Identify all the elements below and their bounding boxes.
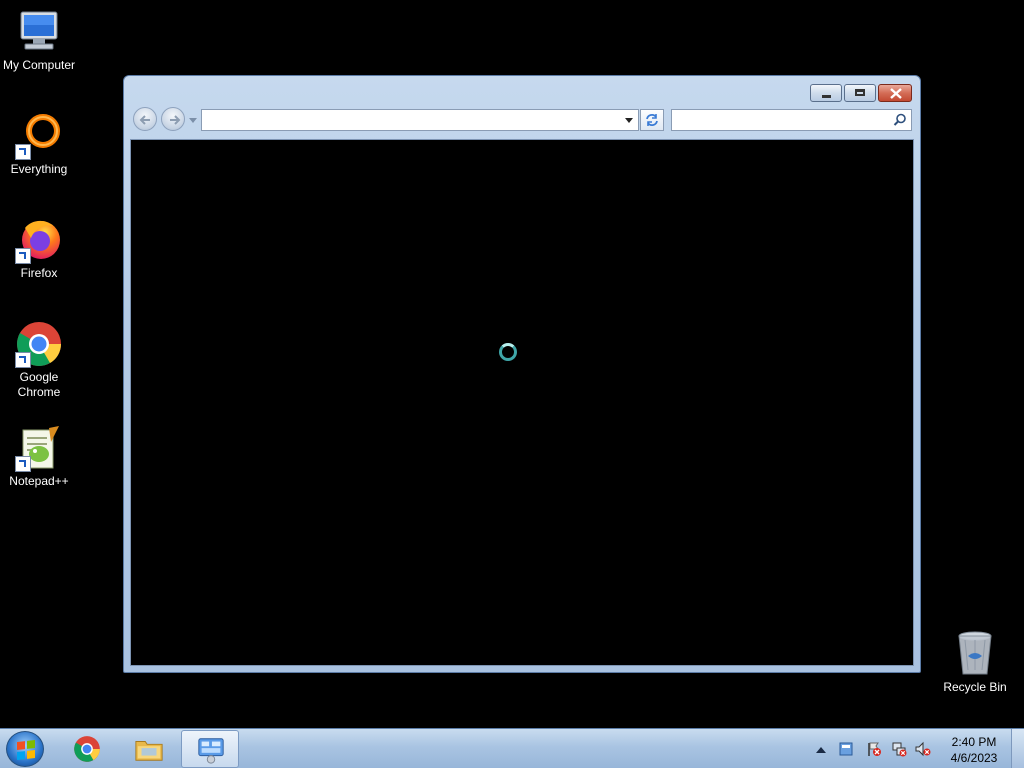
chrome-icon (74, 736, 100, 762)
desktop-icon-label: Recycle Bin (943, 680, 1007, 694)
desktop-icon-my-computer[interactable]: My Computer (0, 8, 79, 73)
maximize-button[interactable] (844, 84, 876, 102)
arrow-left-icon (139, 115, 150, 125)
desktop-icon-firefox[interactable]: Firefox (0, 216, 79, 281)
system-clock[interactable]: 2:40 PM 4/6/2023 (936, 734, 1012, 766)
everything-search-icon (15, 112, 63, 160)
desktop-icon-recycle-bin[interactable]: Recycle Bin (935, 630, 1015, 695)
close-button[interactable] (878, 84, 912, 102)
history-dropdown-button[interactable] (189, 118, 197, 123)
shortcut-arrow-icon (15, 456, 31, 472)
notepadpp-icon (15, 424, 63, 472)
refresh-button[interactable] (640, 109, 664, 131)
chrome-icon (15, 320, 63, 368)
windows-logo-icon (17, 740, 35, 760)
loading-spinner-icon (499, 343, 517, 361)
flag-warning-icon[interactable] (866, 741, 882, 757)
address-bar[interactable] (201, 109, 639, 131)
desktop-icon-label: My Computer (2, 58, 76, 72)
search-box[interactable] (671, 109, 912, 131)
desktop-icon-label: Firefox (20, 266, 58, 280)
control-panel-icon (198, 738, 224, 764)
start-button[interactable] (6, 731, 44, 767)
shortcut-arrow-icon (15, 352, 31, 368)
taskbar-explorer-button[interactable] (120, 730, 178, 768)
arrow-right-icon (170, 115, 181, 125)
volume-muted-icon[interactable] (915, 741, 931, 757)
desktop-icon-everything[interactable]: Everything (0, 112, 79, 177)
desktop-icon-label: Everything (10, 162, 68, 176)
clock-time: 2:40 PM (951, 735, 997, 749)
desktop-icon-label: Notepad++ (9, 474, 69, 488)
clock-date: 4/6/2023 (950, 751, 998, 765)
desktop-icon-google-chrome[interactable]: Google Chrome (0, 320, 79, 400)
chevron-down-icon[interactable] (625, 118, 633, 123)
search-icon[interactable] (893, 113, 907, 127)
recycle-bin-icon (951, 630, 999, 678)
network-icon[interactable] (891, 741, 907, 757)
taskbar-chrome-button[interactable] (58, 730, 116, 768)
show-desktop-button[interactable] (1011, 729, 1024, 768)
minimize-button[interactable] (810, 84, 842, 102)
window-controls (810, 84, 912, 102)
action-center-icon[interactable] (838, 741, 854, 757)
shortcut-arrow-icon (15, 248, 31, 264)
folder-icon (135, 741, 163, 761)
forward-button[interactable] (161, 107, 185, 131)
taskbar: 2:40 PM 4/6/2023 (0, 728, 1024, 768)
page-content-area[interactable] (130, 139, 914, 666)
desktop-icon-notepadpp[interactable]: Notepad++ (0, 424, 79, 489)
shortcut-arrow-icon (15, 144, 31, 160)
desktop-icon-label: Google Chrome (17, 370, 61, 399)
close-icon (890, 88, 902, 99)
back-button[interactable] (133, 107, 157, 131)
refresh-icon (646, 114, 658, 126)
taskbar-control-panel-button[interactable] (181, 730, 239, 768)
computer-icon (15, 8, 63, 56)
firefox-icon (15, 216, 63, 264)
show-hidden-icons-button[interactable] (816, 747, 826, 753)
